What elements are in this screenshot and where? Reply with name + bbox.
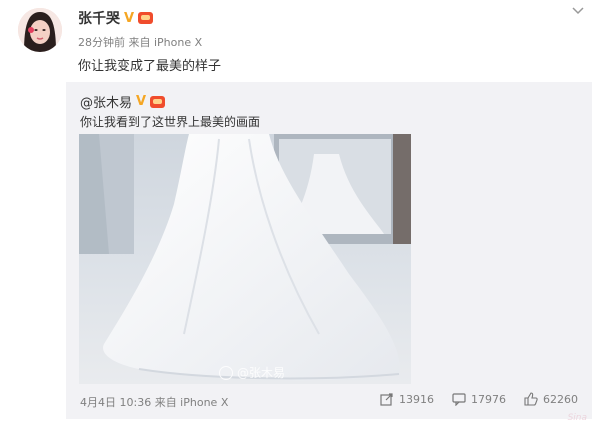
verified-icon: V xyxy=(124,10,135,26)
repost-box[interactable]: @张木易 V 你让我看到了这世界上最美的画面 @张木易 4月4日 10:36 来… xyxy=(66,82,592,419)
repost-action[interactable]: 13916 xyxy=(380,392,434,406)
wedding-dress-image xyxy=(79,134,411,384)
author-name[interactable]: 张千哭 V xyxy=(78,8,154,28)
thumbs-up-icon xyxy=(524,392,538,406)
wedding-dress-photo[interactable]: @张木易 xyxy=(79,134,411,384)
repost-author-text[interactable]: @张木易 xyxy=(80,92,132,111)
verified-icon: V xyxy=(136,94,147,109)
comment-action[interactable]: 17976 xyxy=(452,392,506,406)
weibo-post-card: 张千哭 V 28分钟前 来自 iPhone X 你让我变成了最美的样子 @张木易… xyxy=(0,0,603,427)
photo-watermark: @张木易 xyxy=(219,364,285,381)
photo-watermark-text: @张木易 xyxy=(237,366,286,380)
author-avatar[interactable] xyxy=(18,8,62,52)
author-name-text[interactable]: 张千哭 xyxy=(78,8,120,28)
repost-actions: 13916 17976 62260 xyxy=(380,392,578,406)
repost-text: 你让我看到了这世界上最美的画面 xyxy=(80,115,261,129)
post-text: 你让我变成了最美的样子 xyxy=(78,59,222,74)
like-count: 62260 xyxy=(543,392,578,406)
comment-icon xyxy=(452,393,466,406)
repost-count: 13916 xyxy=(399,392,434,406)
repost-meta: 4月4日 10:36 来自 iPhone X xyxy=(80,396,229,409)
post-meta: 28分钟前 来自 iPhone X xyxy=(78,36,203,49)
repost-author[interactable]: @张木易 V xyxy=(80,92,166,111)
like-action[interactable]: 62260 xyxy=(524,392,578,406)
site-credit: Sina xyxy=(567,413,587,423)
chevron-down-icon[interactable] xyxy=(571,6,585,16)
comment-count: 17976 xyxy=(471,392,506,406)
member-crown-icon xyxy=(150,95,166,108)
member-crown-icon xyxy=(138,12,154,24)
weibo-watermark-icon xyxy=(219,365,233,380)
repost-icon xyxy=(380,393,393,406)
